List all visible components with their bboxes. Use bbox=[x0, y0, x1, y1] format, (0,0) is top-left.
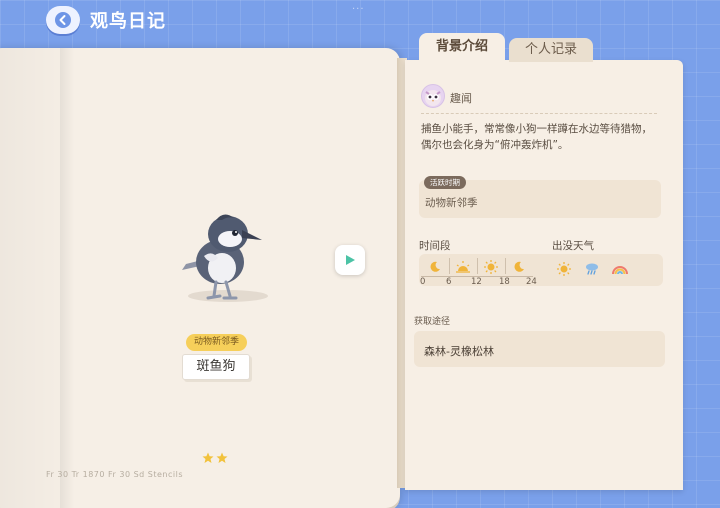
time-tick: 24 bbox=[526, 277, 537, 287]
back-button[interactable] bbox=[46, 6, 80, 34]
play-icon bbox=[346, 255, 355, 265]
time-tick: 6 bbox=[446, 277, 452, 287]
page-title: 观鸟日记 bbox=[90, 11, 166, 32]
debug-info-text: Fr 30 Tr 1870 Fr 30 Sd Stencils bbox=[46, 470, 184, 479]
star-icon bbox=[216, 452, 228, 463]
star-icon bbox=[202, 452, 214, 463]
sunrise-icon bbox=[449, 258, 477, 276]
time-tick: 12 bbox=[471, 277, 482, 287]
obtain-method-label: 获取途径 bbox=[414, 317, 451, 327]
page-fold bbox=[60, 48, 74, 508]
tab-background-intro[interactable]: 背景介绍 bbox=[419, 33, 505, 61]
rarity-stars bbox=[202, 452, 228, 464]
weather-label: 出没天气 bbox=[552, 240, 594, 252]
avatar bbox=[421, 84, 445, 108]
rain-icon bbox=[583, 260, 601, 278]
time-tick: 0 bbox=[420, 277, 426, 287]
moon-icon bbox=[421, 258, 449, 276]
sun-icon bbox=[477, 258, 505, 276]
sunny-icon bbox=[555, 260, 573, 278]
tab-personal-record[interactable]: 个人记录 bbox=[509, 38, 593, 62]
active-period-tag: 活跃时期 bbox=[424, 176, 466, 189]
season-tag: 动物新邻季 bbox=[186, 334, 248, 351]
time-period-label: 时间段 bbox=[419, 240, 451, 252]
back-arrow-icon bbox=[55, 12, 71, 28]
obtain-method-value: 森林-灵橡松林 bbox=[424, 345, 494, 358]
drag-handle[interactable]: ··· bbox=[352, 4, 365, 15]
bird-name-plate: 斑鱼狗 bbox=[182, 354, 250, 380]
active-period-value: 动物新邻季 bbox=[425, 197, 478, 209]
time-tick: 18 bbox=[499, 277, 510, 287]
bird-description: 捕鱼小能手，常常像小狗一样蹲在水边等待猎物，偶尔也会化身为“俯冲轰炸机”。 bbox=[421, 123, 652, 151]
owl-avatar-icon bbox=[425, 90, 441, 106]
rainbow-icon bbox=[611, 260, 629, 278]
divider bbox=[421, 113, 657, 114]
fun-fact-label: 趣闻 bbox=[450, 92, 472, 105]
next-page-button[interactable] bbox=[335, 245, 365, 275]
bird-model-image[interactable] bbox=[178, 206, 270, 306]
moon-icon bbox=[505, 258, 533, 276]
